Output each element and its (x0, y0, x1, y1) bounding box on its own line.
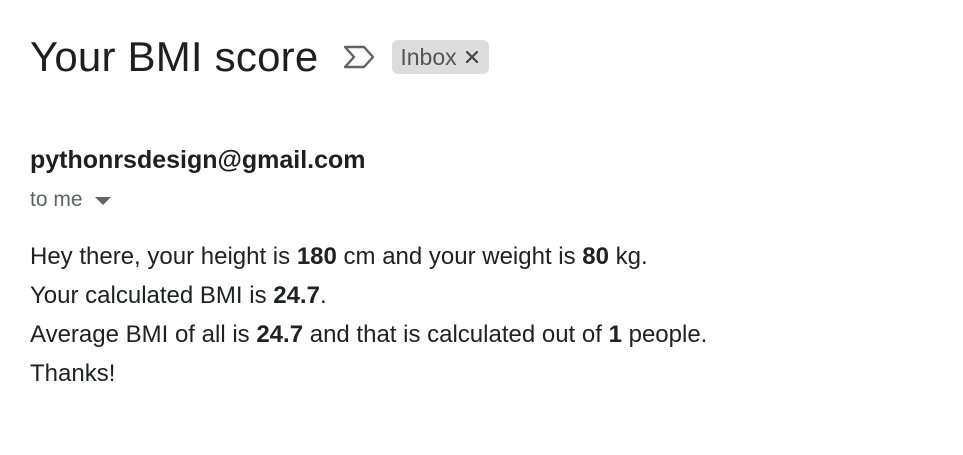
body-text: people. (621, 321, 708, 348)
body-line-4: Thanks! (30, 360, 116, 387)
inbox-label-chip[interactable]: Inbox (392, 40, 489, 74)
recipient-details[interactable]: to me (30, 188, 111, 212)
label-chip-text: Inbox (400, 43, 457, 70)
subject-row: Your BMI score Inbox (30, 30, 489, 84)
people-count-value: 1 (608, 321, 622, 348)
important-marker-icon[interactable] (342, 44, 376, 70)
body-line-2: Your calculated BMI is 24.7. (30, 276, 707, 315)
bmi-value: 24.7 (273, 282, 320, 309)
close-icon[interactable] (465, 50, 479, 64)
body-text: Hey there, your height is (30, 243, 297, 270)
body-text: cm and your weight is (336, 243, 583, 270)
body-text: Average BMI of all is (30, 321, 257, 348)
email-subject: Your BMI score (30, 33, 319, 80)
sender-email[interactable]: pythonrsdesign@gmail.com (30, 146, 366, 175)
chevron-down-icon[interactable] (94, 197, 111, 205)
average-bmi-value: 24.7 (256, 321, 304, 348)
height-value: 180 (296, 243, 337, 270)
body-line-3: Average BMI of all is 24.7 and that is c… (30, 315, 707, 354)
body-text: and that is calculated out of (303, 321, 609, 348)
body-text: Your calculated BMI is (30, 282, 274, 309)
weight-value: 80 (582, 243, 609, 270)
email-body: Hey there, your height is 180 cm and you… (30, 237, 707, 393)
body-line-1: Hey there, your height is 180 cm and you… (30, 237, 707, 276)
email-view: Your BMI score Inbox pythonrsdesign@gmai… (0, 0, 963, 455)
recipient-text: to me (30, 188, 83, 211)
body-text: kg. (609, 243, 648, 270)
body-text: . (319, 282, 327, 309)
